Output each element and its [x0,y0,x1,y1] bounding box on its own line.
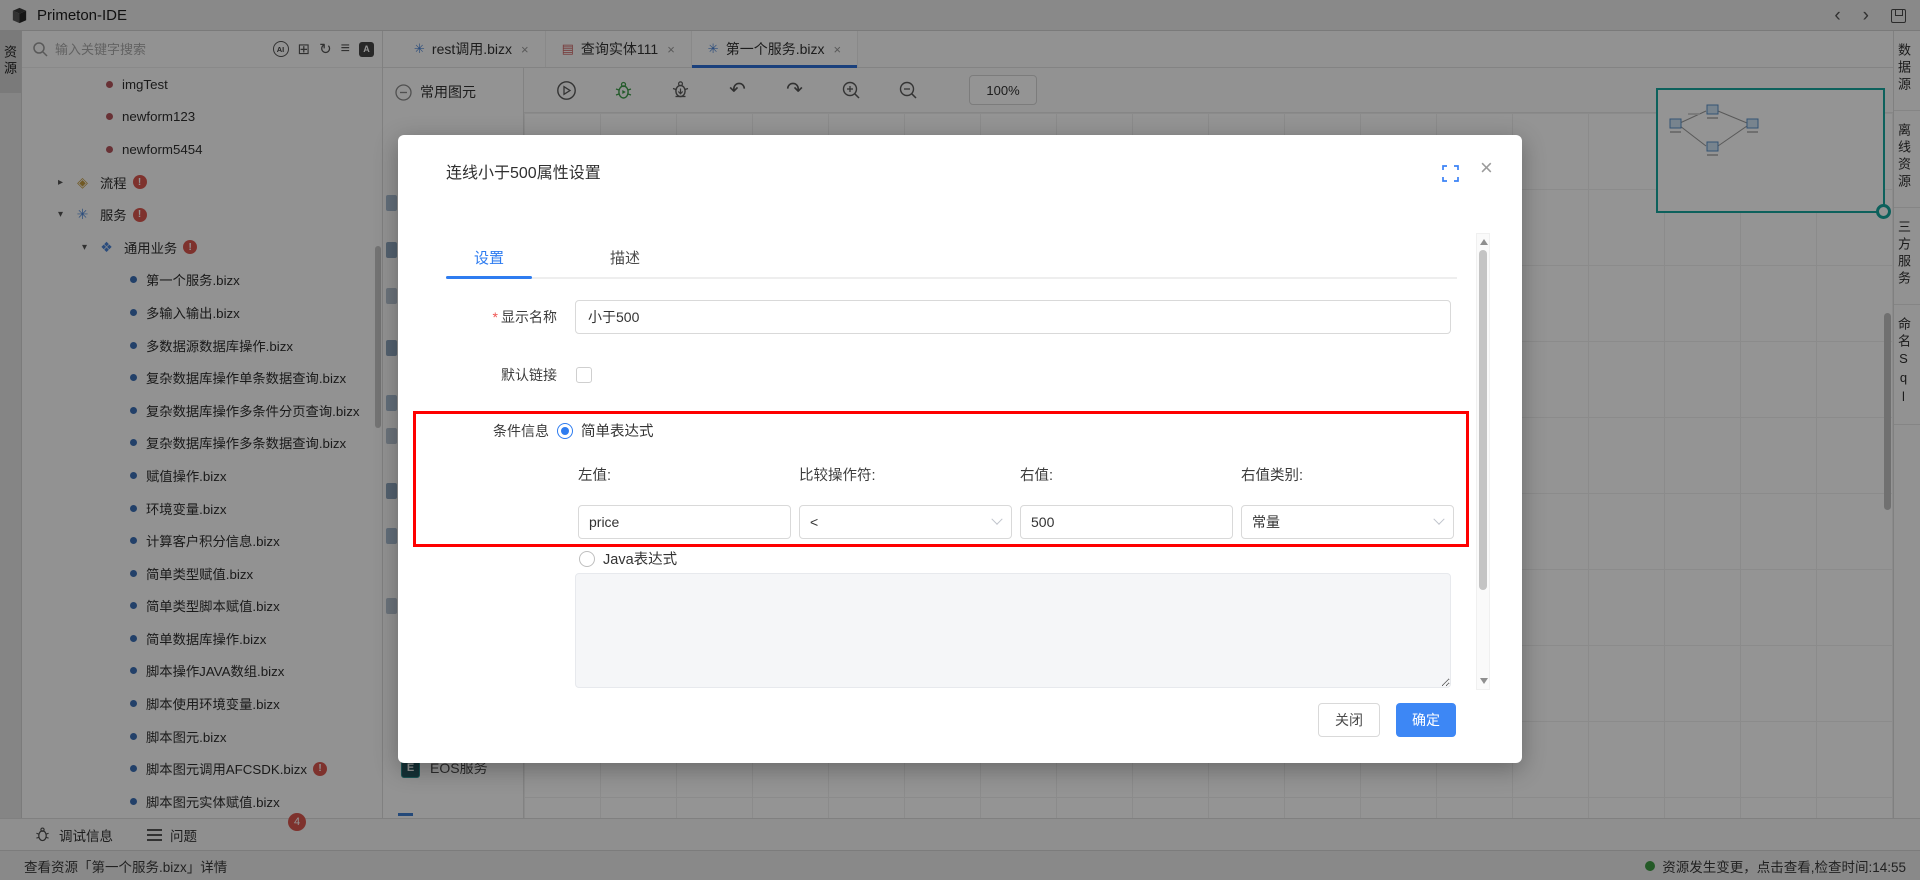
dialog-title: 连线小于500属性设置 [446,159,601,183]
required-mark: * [493,309,498,325]
link-properties-dialog: 连线小于500属性设置 × 设置 描述 *显示名称 默认链接 条件信息 简单表达… [398,135,1522,763]
condition-column-value: 常量 [1252,512,1435,532]
condition-head: 条件信息 简单表达式 [475,420,654,441]
display-name-row: *显示名称 [446,300,1451,334]
default-link-row: 默认链接 [446,365,846,385]
condition-column: 右值类别: 常量 [1241,464,1454,539]
condition-label: 条件信息 [475,421,549,441]
condition-column-label: 左值: [578,464,791,485]
tab-rail [446,277,1457,279]
ok-button[interactable]: 确定 [1396,703,1456,737]
condition-column-label: 右值: [1020,464,1233,485]
scroll-up-icon[interactable] [1480,239,1488,245]
condition-column-field[interactable]: < [799,505,1012,539]
condition-column-field[interactable]: price [578,505,791,539]
condition-column-value: < [810,514,993,530]
tab-description[interactable]: 描述 [582,247,668,268]
condition-column-label: 右值类别: [1241,464,1454,485]
dialog-tabs: 设置 描述 [446,247,668,268]
condition-column: 比较操作符: < [799,464,1012,539]
tab-settings[interactable]: 设置 [446,247,532,268]
java-expression-row: Java表达式 [579,548,677,569]
dialog-scrollbar-thumb[interactable] [1479,250,1487,590]
condition-column: 左值: price [578,464,791,539]
condition-column-value: price [589,514,780,530]
display-name-label: *显示名称 [446,307,557,327]
condition-column-field[interactable]: 常量 [1241,505,1454,539]
default-link-checkbox[interactable] [576,367,592,383]
fullscreen-icon[interactable] [1442,165,1459,182]
active-tab-underline [446,276,532,279]
condition-column-label: 比较操作符: [799,464,1012,485]
simple-expression-label: 简单表达式 [581,420,654,441]
condition-columns: 左值: price 比较操作符: < [578,464,1454,539]
dialog-footer: 关闭 确定 [398,695,1522,763]
primeton-ide-window: Primeton-IDE ‹ › 资源 [0,0,1920,880]
condition-column-field[interactable]: 500 [1020,505,1233,539]
dialog-scrollbar[interactable] [1476,233,1490,690]
chevron-down-icon [1433,514,1444,525]
default-link-label: 默认链接 [446,365,557,385]
close-button[interactable]: 关闭 [1318,703,1380,737]
chevron-down-icon [991,514,1002,525]
java-expression-radio[interactable] [579,551,595,567]
condition-column: 右值: 500 [1020,464,1233,539]
display-name-input[interactable] [575,300,1451,334]
java-expression-label: Java表达式 [603,548,677,569]
simple-expression-radio[interactable] [557,423,573,439]
condition-section-highlight: 条件信息 简单表达式 左值: price 比较操作符: [413,411,1469,547]
condition-column-value: 500 [1031,514,1222,530]
close-icon[interactable]: × [1480,157,1493,179]
scroll-down-icon[interactable] [1480,678,1488,684]
java-expression-textarea[interactable] [575,573,1451,688]
